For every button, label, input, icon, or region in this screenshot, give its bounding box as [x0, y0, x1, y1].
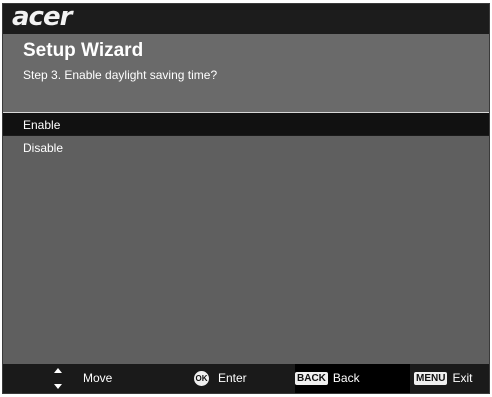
back-label: Back: [332, 371, 360, 385]
enter-hint: OK Enter: [194, 364, 247, 393]
acer-logo: acer: [12, 3, 72, 32]
page-title: Setup Wizard: [23, 40, 144, 61]
back-hint: BACK Back: [295, 364, 410, 393]
menu-key-icon: MENU: [414, 372, 448, 386]
option-list: Enable Disable: [3, 112, 489, 160]
up-down-arrows-icon: [54, 368, 62, 389]
exit-hint: MENU Exit: [414, 364, 472, 393]
option-enable[interactable]: Enable: [3, 112, 489, 136]
move-hint: Move: [83, 371, 113, 385]
wizard-header: Setup Wizard Step 3. Enable daylight sav…: [3, 34, 489, 114]
tv-setup-screen: acer Setup Wizard Step 3. Enable dayligh…: [2, 3, 490, 394]
enter-label: Enter: [218, 371, 247, 385]
ok-button-icon: OK: [194, 371, 209, 387]
footer-hint-bar: Move OK Enter BACK Back MENU Exit: [3, 364, 489, 393]
back-key-icon: BACK: [295, 372, 328, 386]
brand-bar: acer: [3, 4, 489, 34]
exit-label: Exit: [452, 371, 473, 385]
option-disable[interactable]: Disable: [3, 136, 489, 160]
step-description: Step 3. Enable daylight saving time?: [23, 68, 218, 82]
